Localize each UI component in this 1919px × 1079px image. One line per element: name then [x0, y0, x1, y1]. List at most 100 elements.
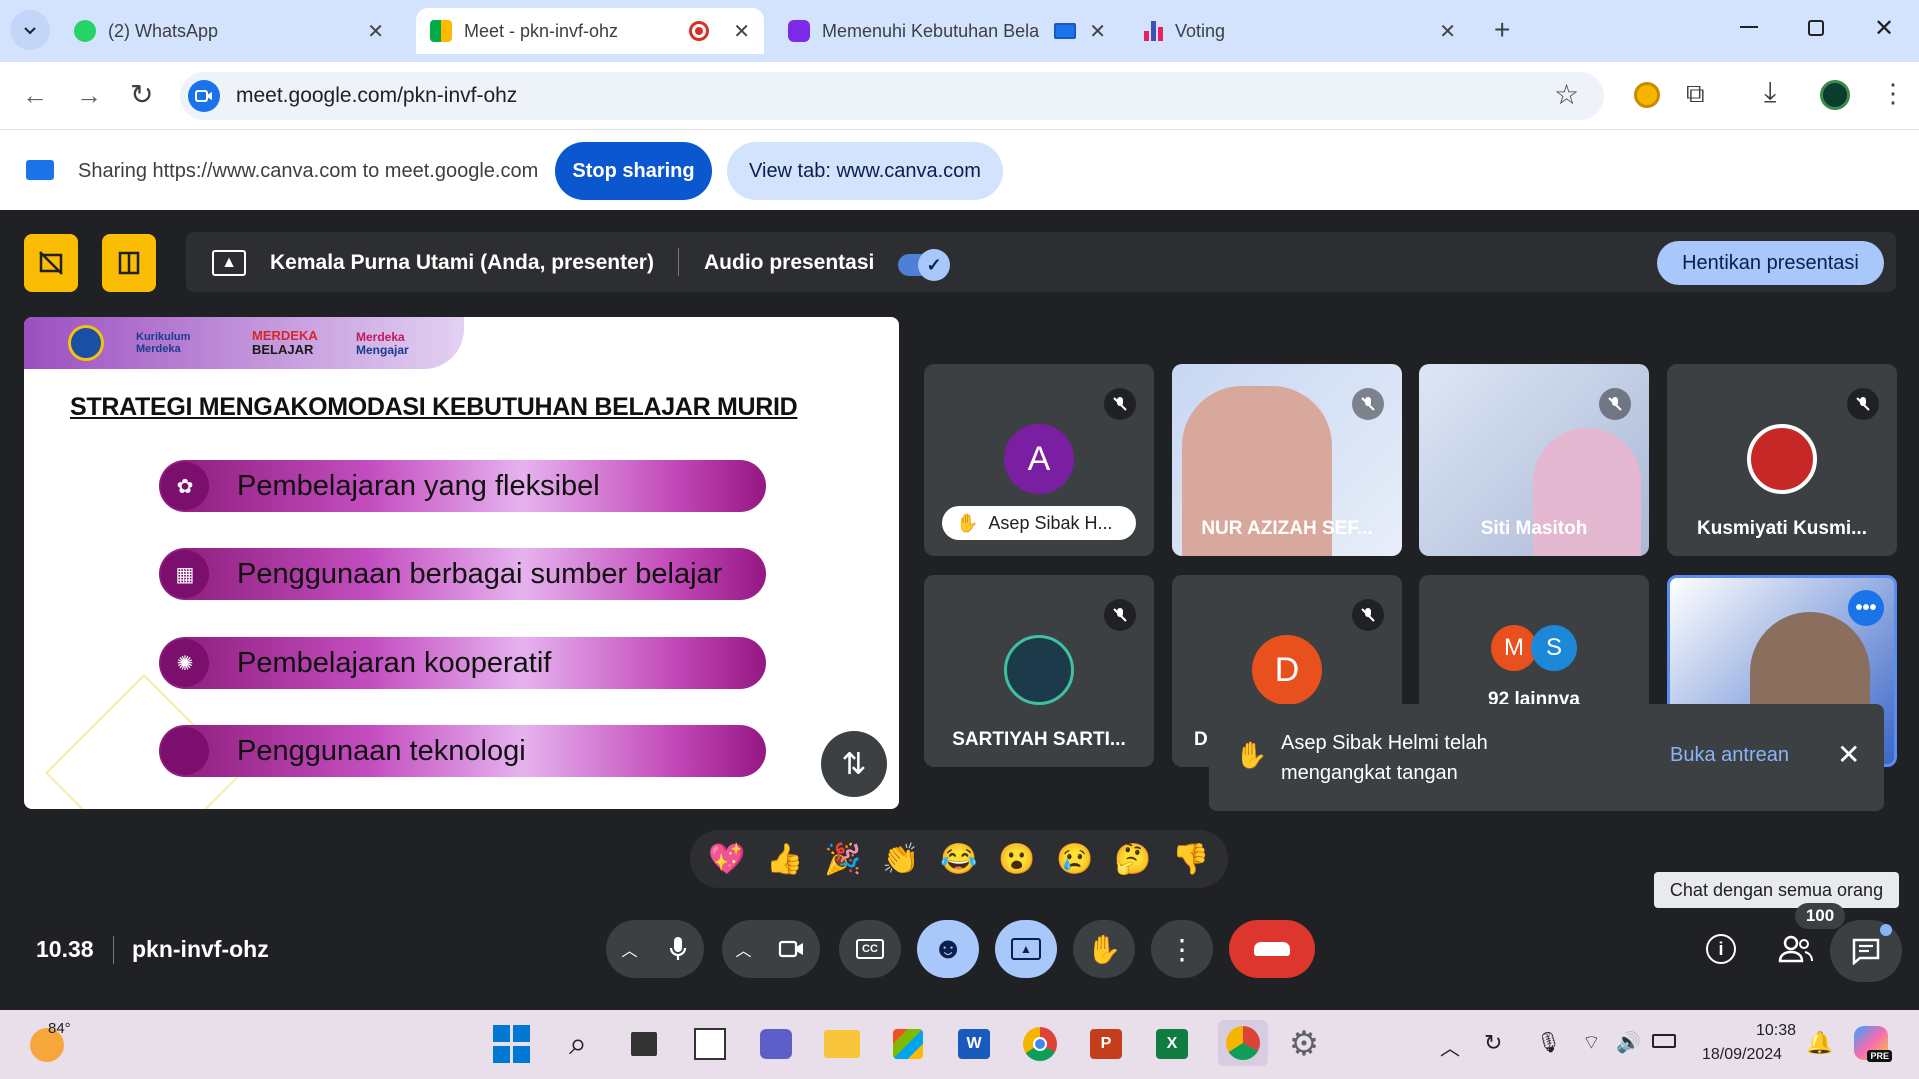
- powerpoint-icon[interactable]: P: [1086, 1024, 1126, 1064]
- stop-presenting-button[interactable]: Hentikan presentasi: [1657, 241, 1884, 285]
- stop-sharing-button[interactable]: Stop sharing: [555, 142, 712, 200]
- wifi-icon[interactable]: ⌔: [1582, 1030, 1601, 1055]
- captions-button[interactable]: CC: [839, 920, 901, 978]
- chrome-profile-icon[interactable]: [1218, 1020, 1268, 1066]
- tab-search-button[interactable]: [10, 10, 50, 50]
- tab-title: Meet - pkn-invf-ohz: [464, 20, 619, 41]
- present-button[interactable]: ▲: [995, 920, 1057, 978]
- view-tab-button[interactable]: View tab: www.canva.com: [727, 142, 1003, 200]
- tab-voting[interactable]: Voting ✕: [1130, 8, 1470, 54]
- chart-icon: [1144, 21, 1163, 41]
- file-explorer-icon[interactable]: [822, 1024, 862, 1064]
- minimize-button[interactable]: [1740, 26, 1758, 28]
- close-window-button[interactable]: ✕: [1874, 14, 1894, 43]
- notification-bell-icon[interactable]: 🔔: [1806, 1030, 1833, 1056]
- participant-tile[interactable]: NUR AZIZAH SEF...: [1172, 364, 1402, 556]
- task-view-icon[interactable]: [624, 1024, 664, 1064]
- more-options-icon[interactable]: •••: [1848, 590, 1884, 626]
- audio-toggle[interactable]: ✓: [898, 249, 950, 281]
- mic-off-icon: [1352, 388, 1384, 420]
- hide-presentation-button[interactable]: [24, 234, 78, 292]
- avatar: [1004, 635, 1074, 705]
- sparkling-heart-reaction[interactable]: 💖: [708, 842, 745, 877]
- new-tab-button[interactable]: +: [1494, 14, 1510, 46]
- swap-button[interactable]: ⇅: [821, 731, 887, 797]
- tab-whatsapp[interactable]: (2) WhatsApp ✕: [60, 8, 398, 54]
- back-button[interactable]: ←: [22, 80, 48, 111]
- merdeka-mengajar-logo: Merdeka Mengajar: [356, 330, 409, 357]
- emoji-button[interactable]: ☻: [917, 920, 979, 978]
- sketch-app-icon[interactable]: [690, 1024, 730, 1064]
- strategy-item: ✺ Pembelajaran kooperatif: [159, 637, 766, 689]
- search-icon[interactable]: ⌕: [558, 1024, 598, 1064]
- leave-call-button[interactable]: [1229, 920, 1315, 978]
- download-icon[interactable]: ⤓: [1764, 76, 1776, 109]
- chevron-down-icon: [24, 27, 36, 35]
- microphone-icon[interactable]: 🎙: [1536, 1030, 1561, 1055]
- camera-button[interactable]: ︿: [722, 920, 820, 978]
- chat-icon: [1852, 938, 1880, 965]
- open-queue-link[interactable]: Buka antrean: [1670, 744, 1789, 767]
- profile-avatar[interactable]: [1820, 80, 1850, 110]
- menu-kebab-icon[interactable]: ⋮: [1880, 78, 1906, 109]
- laugh-reaction[interactable]: 😂: [940, 842, 977, 877]
- store-icon[interactable]: [888, 1024, 928, 1064]
- clock-date[interactable]: 18/09/2024: [1702, 1046, 1782, 1064]
- close-icon[interactable]: ✕: [733, 19, 750, 44]
- chevron-up-icon[interactable]: ︿: [1440, 1032, 1460, 1061]
- participant-tile[interactable]: Kusmiyati Kusmi...: [1667, 364, 1897, 556]
- copilot-icon[interactable]: PRE: [1854, 1026, 1892, 1062]
- excel-icon[interactable]: X: [1152, 1024, 1192, 1064]
- close-icon[interactable]: ✕: [367, 19, 384, 44]
- mic-off-icon: [1599, 388, 1631, 420]
- divider: [113, 936, 114, 964]
- close-icon[interactable]: ✕: [1439, 19, 1456, 44]
- chat-button[interactable]: [1830, 920, 1902, 982]
- surprised-reaction[interactable]: 😮: [998, 842, 1035, 877]
- sync-icon[interactable]: ↻: [1484, 1030, 1502, 1056]
- volume-icon[interactable]: 🔊: [1616, 1030, 1641, 1055]
- settings-gear-icon[interactable]: ⚙: [1284, 1024, 1324, 1064]
- captions-icon: CC: [856, 939, 884, 959]
- forward-button[interactable]: →: [76, 80, 102, 111]
- pre-badge: PRE: [1867, 1050, 1892, 1062]
- thumbs-up-reaction[interactable]: 👍: [766, 842, 803, 877]
- info-icon[interactable]: i: [1706, 934, 1736, 964]
- clock-time[interactable]: 10:38: [1750, 1022, 1796, 1040]
- start-icon[interactable]: [491, 1024, 531, 1064]
- clap-reaction[interactable]: 👏: [882, 842, 919, 877]
- people-button[interactable]: [1776, 930, 1816, 968]
- meet-icon: [430, 20, 452, 42]
- network-icon: ✺: [161, 639, 209, 687]
- screen-share-icon: [1054, 23, 1076, 39]
- bookmark-star-icon[interactable]: ☆: [1554, 78, 1579, 111]
- mic-off-icon: [1847, 388, 1879, 420]
- microphone-button[interactable]: ︿: [606, 920, 704, 978]
- word-icon[interactable]: W: [954, 1024, 994, 1064]
- extension-icon[interactable]: [1634, 82, 1660, 108]
- participant-tile[interactable]: Siti Masitoh: [1419, 364, 1649, 556]
- reload-button[interactable]: ↻: [130, 78, 153, 111]
- layout-button[interactable]: [102, 234, 156, 292]
- chrome-icon[interactable]: [1020, 1024, 1060, 1064]
- tab-canva[interactable]: Memenuhi Kebutuhan Bela ✕: [774, 8, 1120, 54]
- thumbs-down-reaction[interactable]: 👎: [1172, 842, 1209, 877]
- close-icon[interactable]: ✕: [1089, 19, 1106, 44]
- tab-meet[interactable]: Meet - pkn-invf-ohz ✕: [416, 8, 764, 54]
- sad-reaction[interactable]: 😢: [1056, 842, 1093, 877]
- site-info-icon[interactable]: [188, 80, 220, 112]
- more-options-button[interactable]: ⋮: [1151, 920, 1213, 978]
- raise-hand-button[interactable]: ✋: [1073, 920, 1135, 978]
- participant-tile[interactable]: A ✋ Asep Sibak H...: [924, 364, 1154, 556]
- teams-icon[interactable]: [756, 1024, 796, 1064]
- close-icon[interactable]: ✕: [1837, 738, 1860, 771]
- participant-tile[interactable]: SARTIYAH SARTI...: [924, 575, 1154, 767]
- address-bar[interactable]: meet.google.com/pkn-invf-ohz: [180, 72, 1604, 120]
- thinking-reaction[interactable]: 🤔: [1114, 842, 1151, 877]
- party-reaction[interactable]: 🎉: [824, 842, 861, 877]
- battery-icon[interactable]: [1652, 1034, 1676, 1048]
- people-count-badge: 100: [1795, 903, 1845, 929]
- extensions-puzzle-icon[interactable]: ⧉: [1686, 78, 1705, 110]
- slash-grid-icon: [39, 251, 63, 275]
- restore-button[interactable]: [1808, 20, 1824, 36]
